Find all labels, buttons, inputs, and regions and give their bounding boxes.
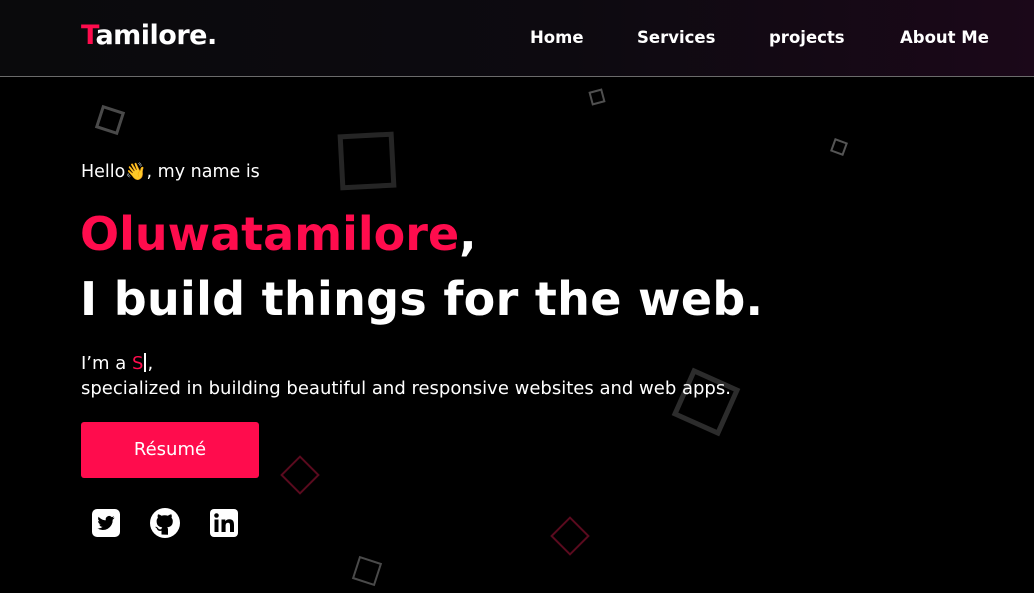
hero-name: Oluwatamilore, (80, 203, 477, 265)
linkedin-icon (210, 509, 238, 537)
decorative-square (351, 555, 383, 587)
decorative-square (550, 516, 590, 556)
github-icon (150, 508, 180, 538)
waving-hand-icon: 👋 (125, 162, 147, 182)
hero-name-text: Oluwatamilore (80, 207, 460, 261)
hero-name-comma: , (459, 207, 477, 261)
decorative-square (94, 104, 126, 136)
greeting-suffix: , my name is (146, 162, 260, 182)
resume-button[interactable]: Résumé (81, 422, 259, 478)
decorative-square (588, 88, 606, 106)
nav-link-projects[interactable]: projects (769, 28, 845, 47)
twitter-link[interactable] (90, 507, 122, 539)
nav-link-about-me[interactable]: About Me (900, 28, 989, 47)
decorative-square (830, 138, 848, 156)
nav-link-home[interactable]: Home (530, 28, 584, 47)
portfolio-page: Tamilore. Home Services projects About M… (0, 0, 1034, 593)
greeting-text: Hello👋, my name is (81, 162, 260, 182)
twitter-icon (92, 509, 120, 537)
linkedin-link[interactable] (208, 507, 240, 539)
intro-prefix: I’m a (81, 353, 133, 374)
nav-link-services[interactable]: Services (637, 28, 715, 47)
github-link[interactable] (149, 507, 181, 539)
social-links (0, 506, 300, 540)
decorative-square (337, 131, 397, 191)
specialization-text: specialized in building beautiful and re… (81, 378, 731, 399)
greeting-hello: Hello (81, 162, 126, 182)
decorative-square (280, 455, 320, 495)
nav-links: Home Services projects About Me (0, 28, 1034, 52)
typing-intro: I’m a S, (81, 352, 153, 376)
navbar: Tamilore. Home Services projects About M… (0, 0, 1034, 77)
hero-tagline: I build things for the web. (80, 272, 764, 326)
intro-suffix: , (147, 353, 154, 374)
typed-text: S (132, 353, 144, 374)
